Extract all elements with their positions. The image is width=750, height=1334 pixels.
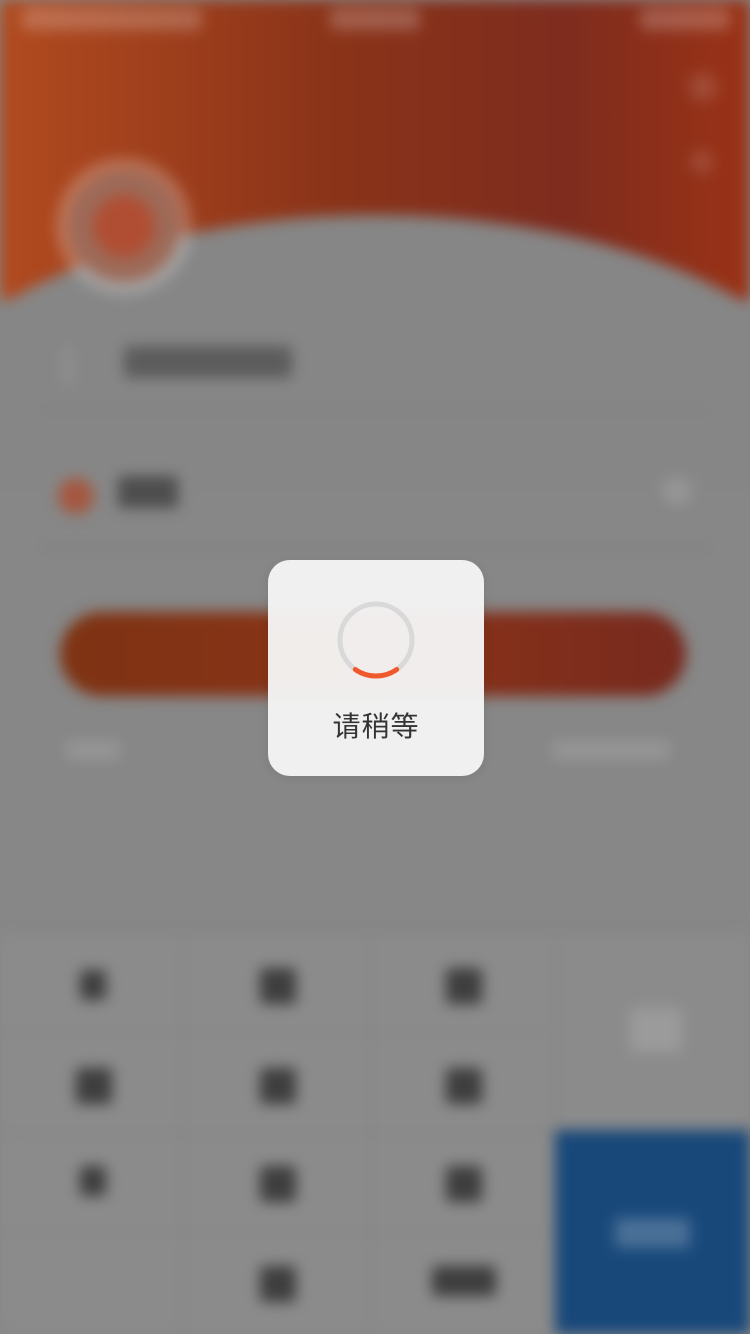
spinner-arc <box>352 667 400 679</box>
keypad-divider <box>0 1232 555 1234</box>
loading-dialog: 请稍等 <box>268 560 484 776</box>
confirm-pay-label <box>615 1218 690 1248</box>
chevron-right-icon <box>662 476 692 506</box>
key-9[interactable] <box>446 1166 482 1202</box>
extra-link[interactable] <box>552 740 670 760</box>
more-icon[interactable] <box>688 72 718 102</box>
status-bar <box>0 0 750 40</box>
divider <box>40 545 710 547</box>
keypad-divider <box>0 1032 555 1034</box>
key-3[interactable] <box>446 968 482 1004</box>
key-6[interactable] <box>446 1068 482 1104</box>
keypad-divider <box>370 935 372 1334</box>
screen: 请稍等 <box>0 0 750 1334</box>
key-8[interactable] <box>260 1166 296 1202</box>
status-bar-time <box>330 8 420 30</box>
remark-link[interactable] <box>66 740 120 760</box>
divider <box>40 410 710 412</box>
spinner-track <box>337 601 415 679</box>
menu-icon[interactable] <box>690 150 714 174</box>
status-bar-right <box>640 8 730 30</box>
key-5[interactable] <box>260 1068 296 1104</box>
key-7[interactable] <box>80 1166 106 1196</box>
status-bar-left <box>22 8 202 30</box>
payment-method-icon <box>58 478 94 514</box>
merchant-avatar <box>68 170 180 282</box>
payment-method-label <box>118 476 178 508</box>
backspace-icon[interactable] <box>630 1008 682 1052</box>
payment-method-row[interactable] <box>50 460 710 530</box>
left-bar-icon <box>66 348 91 384</box>
keypad-divider <box>182 935 184 1334</box>
spinner-icon <box>337 601 415 679</box>
merchant-name-row <box>60 338 690 398</box>
key-decimal[interactable] <box>432 1266 496 1296</box>
key-1[interactable] <box>80 970 106 1000</box>
key-2[interactable] <box>260 968 296 1004</box>
loading-message: 请稍等 <box>332 710 420 743</box>
keypad-divider <box>0 1132 555 1134</box>
merchant-name-text <box>124 346 292 378</box>
key-4[interactable] <box>76 1068 112 1104</box>
key-0[interactable] <box>260 1266 296 1302</box>
merchant-logo-icon <box>93 195 155 257</box>
